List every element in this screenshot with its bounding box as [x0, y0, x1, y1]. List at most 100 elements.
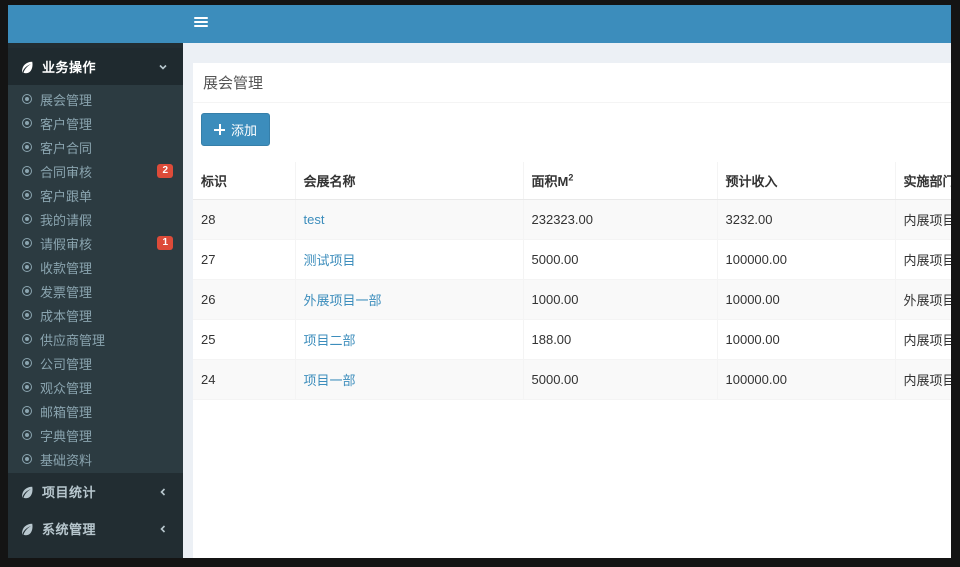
- sidebar-item-basic-data[interactable]: 基础资料: [8, 447, 183, 471]
- exhibition-link[interactable]: 项目二部: [304, 333, 356, 348]
- cell-dept: 内展项目: [894, 199, 951, 240]
- chevron-down-icon: [158, 62, 168, 72]
- sidebar: 业务操作 展会管理 客户管理 客户合同 合同审核 2 客户跟单 我的请假 请假审…: [8, 43, 183, 558]
- exhibition-link[interactable]: 测试项目: [304, 253, 356, 268]
- cell-id: 27: [193, 239, 295, 280]
- cell-id: 26: [193, 279, 295, 320]
- table-header-row: 标识 会展名称 面积M2 预计收入 实施部门: [193, 162, 951, 200]
- sidebar-item-label: 合同审核: [40, 164, 93, 180]
- app-window: 业务操作 展会管理 客户管理 客户合同 合同审核 2 客户跟单 我的请假 请假审…: [8, 5, 951, 558]
- sidebar-item-leave-review[interactable]: 请假审核 1: [8, 231, 183, 255]
- section-label: 系统管理: [42, 522, 97, 537]
- sidebar-item-customer-followup[interactable]: 客户跟单: [8, 183, 183, 207]
- dot-circle-icon: [22, 166, 32, 176]
- cell-id: 28: [193, 199, 295, 240]
- sidebar-item-invoice-mgmt[interactable]: 发票管理: [8, 279, 183, 303]
- dot-circle-icon: [22, 358, 32, 368]
- sidebar-item-label: 我的请假: [40, 212, 93, 228]
- sidebar-item-label: 客户跟单: [40, 188, 93, 204]
- cell-dept: 内展项目: [894, 319, 951, 360]
- dot-circle-icon: [22, 262, 32, 272]
- sidebar-item-label: 收款管理: [40, 260, 93, 276]
- cell-income: 10000.00: [716, 279, 895, 320]
- chevron-left-icon: [158, 487, 168, 497]
- table-row: 25 项目二部 188.00 10000.00 内展项目: [193, 319, 951, 360]
- sidebar-item-label: 供应商管理: [40, 332, 106, 348]
- table-row: 27 测试项目 5000.00 100000.00 内展项目: [193, 239, 951, 280]
- sidebar-item-payment-mgmt[interactable]: 收款管理: [8, 255, 183, 279]
- column-header-name: 会展名称: [294, 162, 523, 200]
- sidebar-item-label: 观众管理: [40, 380, 93, 396]
- dot-circle-icon: [22, 190, 32, 200]
- dot-circle-icon: [22, 430, 32, 440]
- add-button[interactable]: 添加: [201, 113, 271, 146]
- cell-name: 外展项目一部: [294, 279, 523, 320]
- cell-income: 100000.00: [716, 359, 895, 400]
- dot-circle-icon: [22, 118, 32, 128]
- sidebar-item-label: 字典管理: [40, 428, 93, 444]
- sidebar-item-company-mgmt[interactable]: 公司管理: [8, 351, 183, 375]
- table-row: 24 项目一部 5000.00 100000.00 内展项目: [193, 359, 951, 400]
- status-badge: 2: [157, 164, 173, 178]
- exhibition-table: 标识 会展名称 面积M2 预计收入 实施部门 28 test 232323.00: [193, 162, 951, 400]
- dot-circle-icon: [22, 382, 32, 392]
- sidebar-item-label: 客户管理: [40, 116, 93, 132]
- sidebar-section-business-ops[interactable]: 业务操作: [8, 48, 183, 85]
- cell-income: 3232.00: [716, 199, 895, 240]
- exhibition-link[interactable]: 外展项目一部: [304, 293, 382, 308]
- dot-circle-icon: [22, 214, 32, 224]
- sidebar-item-my-leave[interactable]: 我的请假: [8, 207, 183, 231]
- table-row: 28 test 232323.00 3232.00 内展项目: [193, 199, 951, 240]
- dot-circle-icon: [22, 310, 32, 320]
- sidebar-item-contract-review[interactable]: 合同审核 2: [8, 159, 183, 183]
- sidebar-item-audience-mgmt[interactable]: 观众管理: [8, 375, 183, 399]
- cell-name: 项目二部: [294, 319, 523, 360]
- superscript: 2: [568, 172, 574, 183]
- sidebar-item-customer-contract[interactable]: 客户合同: [8, 135, 183, 159]
- top-navbar: [8, 5, 951, 43]
- cell-id: 24: [193, 359, 295, 400]
- sidebar-item-label: 基础资料: [40, 452, 93, 468]
- cell-dept: 内展项目: [894, 359, 951, 400]
- sidebar-item-dictionary-mgmt[interactable]: 字典管理: [8, 423, 183, 447]
- exhibition-link[interactable]: 项目一部: [304, 373, 356, 388]
- cell-income: 100000.00: [716, 239, 895, 280]
- business-ops-submenu: 展会管理 客户管理 客户合同 合同审核 2 客户跟单 我的请假 请假审核 1 收…: [8, 85, 183, 473]
- dot-circle-icon: [22, 334, 32, 344]
- box-header: 展会管理: [193, 63, 951, 103]
- sidebar-section-project-stats[interactable]: 项目统计: [8, 473, 183, 510]
- box-body: 添加 标识 会展名称 面积M2 预计收入 实施部门 28 test 232323…: [193, 103, 951, 400]
- column-header-income: 预计收入: [716, 162, 895, 200]
- dot-circle-icon: [22, 142, 32, 152]
- dot-circle-icon: [22, 454, 32, 464]
- sidebar-item-label: 公司管理: [40, 356, 93, 372]
- plus-icon: [214, 124, 225, 135]
- section-label: 业务操作: [42, 60, 97, 75]
- sidebar-item-customer-mgmt[interactable]: 客户管理: [8, 111, 183, 135]
- cell-name: 项目一部: [294, 359, 523, 400]
- cell-area: 5000.00: [522, 239, 717, 280]
- leaf-icon: [22, 523, 33, 535]
- cell-area: 188.00: [522, 319, 717, 360]
- status-badge: 1: [157, 236, 173, 250]
- sidebar-item-cost-mgmt[interactable]: 成本管理: [8, 303, 183, 327]
- sidebar-item-label: 请假审核: [40, 236, 93, 252]
- page-title: 展会管理: [203, 75, 264, 92]
- sidebar-item-label: 发票管理: [40, 284, 93, 300]
- cell-dept: 内展项目: [894, 239, 951, 280]
- hamburger-icon[interactable]: [194, 17, 208, 29]
- sidebar-item-exhibition-mgmt[interactable]: 展会管理: [8, 87, 183, 111]
- cell-name: 测试项目: [294, 239, 523, 280]
- exhibition-link[interactable]: test: [304, 212, 325, 227]
- cell-name: test: [294, 199, 523, 240]
- sidebar-section-system-mgmt[interactable]: 系统管理: [8, 510, 183, 547]
- column-header-area: 面积M2: [522, 162, 717, 200]
- cell-income: 10000.00: [716, 319, 895, 360]
- sidebar-item-mailbox-mgmt[interactable]: 邮箱管理: [8, 399, 183, 423]
- cell-id: 25: [193, 319, 295, 360]
- table-row: 26 外展项目一部 1000.00 10000.00 外展项目: [193, 279, 951, 320]
- dot-circle-icon: [22, 286, 32, 296]
- sidebar-item-supplier-mgmt[interactable]: 供应商管理: [8, 327, 183, 351]
- exhibition-box: 展会管理 添加 标识 会展名称 面积M2 预计收入 实施部门 28 test 2…: [193, 63, 951, 558]
- sidebar-item-label: 成本管理: [40, 308, 93, 324]
